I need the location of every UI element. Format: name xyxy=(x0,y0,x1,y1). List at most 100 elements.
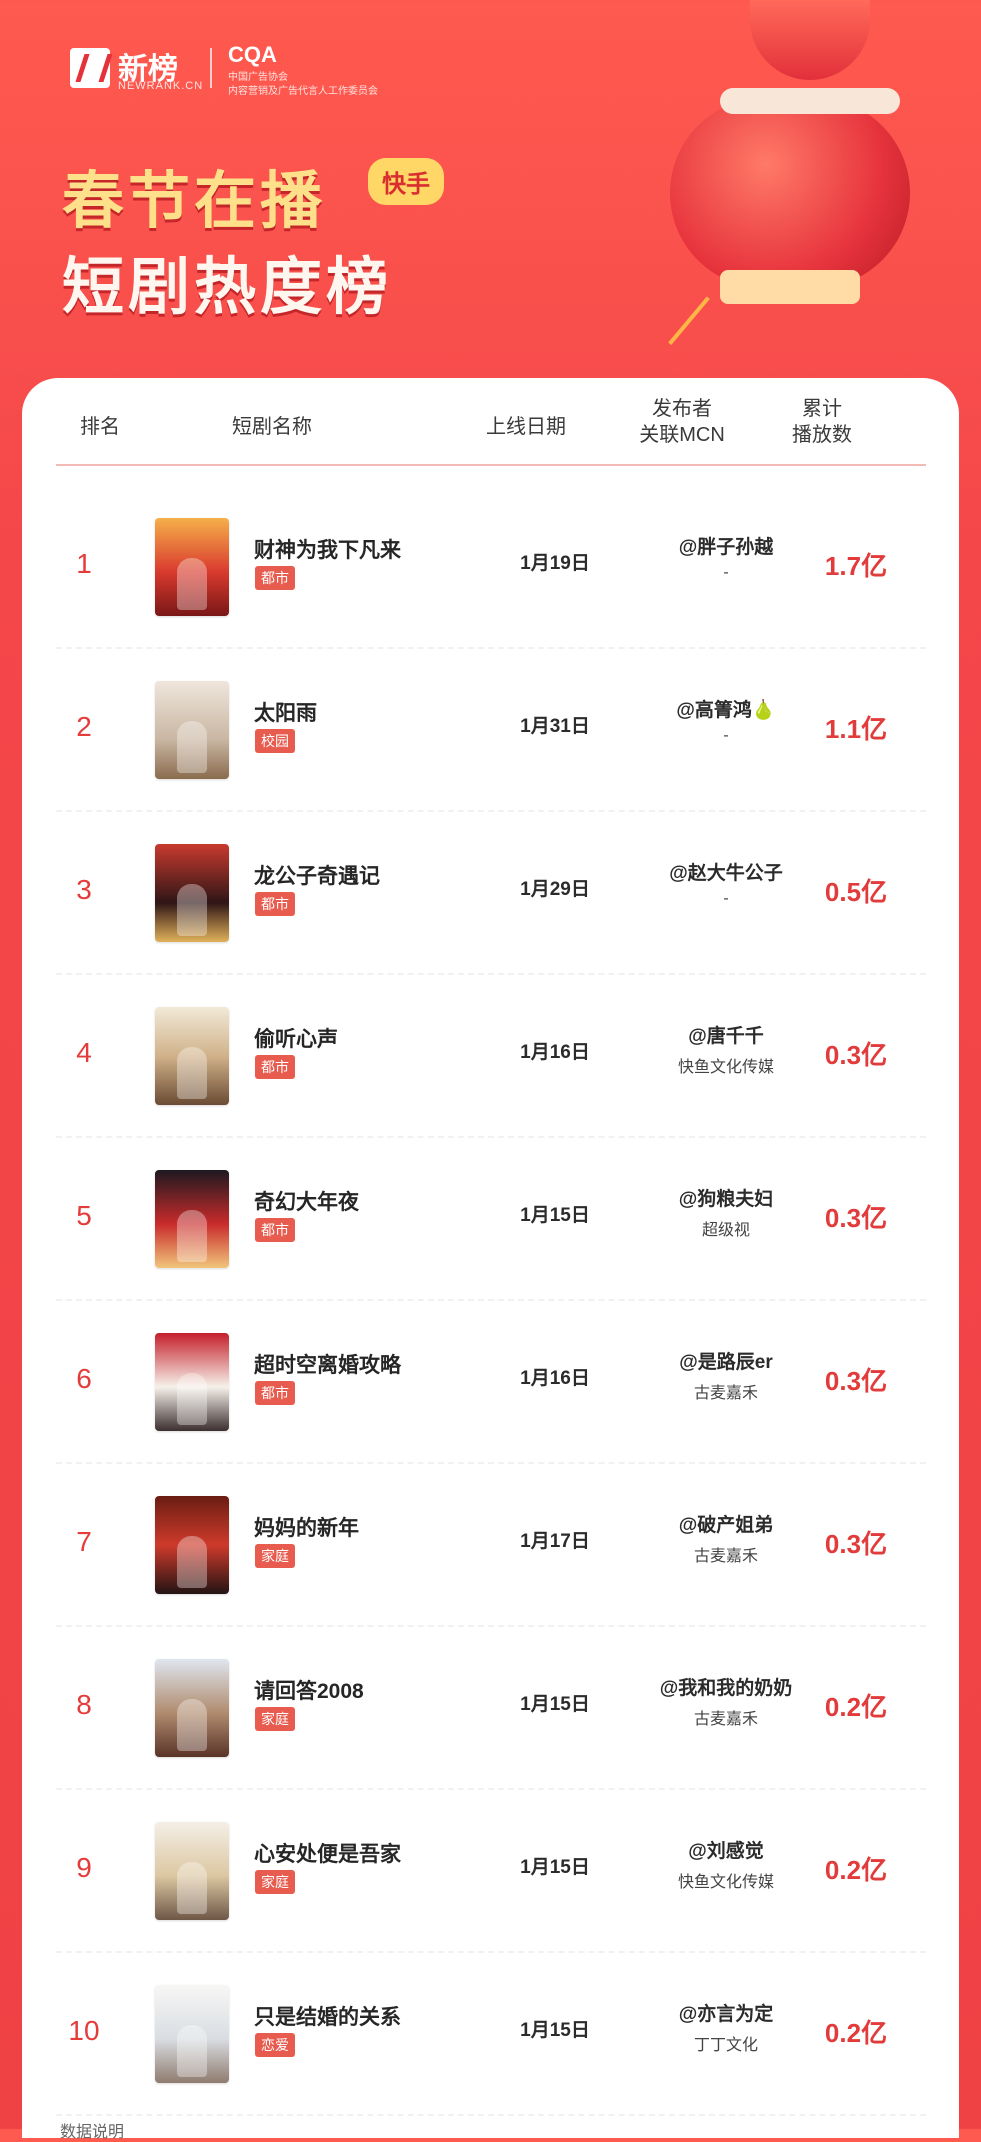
rank: 9 xyxy=(76,1852,92,1883)
release-date: 1月19日 xyxy=(520,553,590,574)
table-row[interactable]: 9 心安处便是吾家 家庭 1月15日 @刘感觉 快鱼文化传媒 0.2亿 xyxy=(56,1790,926,1953)
data-note: 数据说明 xyxy=(60,2124,125,2141)
drama-cover[interactable] xyxy=(155,1659,229,1757)
rank: 7 xyxy=(76,1526,92,1557)
release-date: 1月15日 xyxy=(520,1205,590,1226)
cover-figure xyxy=(177,558,207,610)
cover-figure xyxy=(177,1699,207,1751)
drama-name[interactable]: 财神为我下凡来 xyxy=(254,534,401,564)
header-publisher-line1: 发布者 xyxy=(652,398,712,420)
play-count: 0.3亿 xyxy=(824,1203,888,1233)
genre-tag: 都市 xyxy=(255,1055,295,1079)
play-count: 0.3亿 xyxy=(824,1366,888,1396)
cover-figure xyxy=(177,1862,207,1914)
lantern-cap xyxy=(720,88,900,114)
play-count: 0.5亿 xyxy=(824,877,888,907)
release-date: 1月31日 xyxy=(520,716,590,737)
drama-cover[interactable] xyxy=(155,1333,229,1431)
header-date: 上线日期 xyxy=(486,416,566,438)
page-title-line1: 春节在播 xyxy=(62,167,327,236)
play-count: 1.1亿 xyxy=(824,714,888,744)
table-row[interactable]: 2 太阳雨 校园 1月31日 @高箐鸿🍐 - 1.1亿 xyxy=(56,649,926,812)
release-date: 1月15日 xyxy=(520,2020,590,2041)
rank: 2 xyxy=(76,711,92,742)
release-date: 1月17日 xyxy=(520,1531,590,1552)
rank: 8 xyxy=(76,1689,92,1720)
genre-tag: 恋爱 xyxy=(255,2033,295,2057)
cover-figure xyxy=(177,1373,207,1425)
rank: 4 xyxy=(76,1037,92,1068)
table-row[interactable]: 5 奇幻大年夜 都市 1月15日 @狗粮夫妇 超级视 0.3亿 xyxy=(56,1138,926,1301)
header-plays-line1: 累计 xyxy=(802,398,842,420)
rank: 6 xyxy=(76,1363,92,1394)
drama-name[interactable]: 妈妈的新年 xyxy=(254,1512,359,1542)
genre-tag: 都市 xyxy=(255,1218,295,1242)
header-publisher-line2: 关联MCN xyxy=(639,424,725,446)
genre-tag: 家庭 xyxy=(255,1870,295,1894)
platform-badge: 快手 xyxy=(368,158,444,205)
lantern-body xyxy=(670,98,910,288)
drama-cover[interactable] xyxy=(155,1822,229,1920)
play-count: 0.2亿 xyxy=(824,1692,888,1722)
play-count: 0.3亿 xyxy=(824,1040,888,1070)
drama-name[interactable]: 心安处便是吾家 xyxy=(254,1838,401,1868)
release-date: 1月15日 xyxy=(520,1694,590,1715)
table-row[interactable]: 6 超时空离婚攻略 都市 1月16日 @是路辰er 古麦嘉禾 0.3亿 xyxy=(56,1301,926,1464)
drama-cover[interactable] xyxy=(155,518,229,616)
newrank-logo xyxy=(70,48,110,88)
drama-cover[interactable] xyxy=(155,1496,229,1594)
drama-cover[interactable] xyxy=(155,1985,229,2083)
drama-cover[interactable] xyxy=(155,1007,229,1105)
drama-name[interactable]: 龙公子奇遇记 xyxy=(254,860,380,890)
drama-cover[interactable] xyxy=(155,681,229,779)
rank: 3 xyxy=(76,874,92,905)
drama-name[interactable]: 奇幻大年夜 xyxy=(254,1186,359,1216)
cover-figure xyxy=(177,1210,207,1262)
table-row[interactable]: 3 龙公子奇遇记 都市 1月29日 @赵大牛公子 - 0.5亿 xyxy=(56,812,926,975)
rank: 1 xyxy=(76,548,92,579)
drama-name[interactable]: 只是结婚的关系 xyxy=(254,2001,401,2031)
release-date: 1月16日 xyxy=(520,1368,590,1389)
rank: 10 xyxy=(68,2015,100,2046)
lantern-tassel xyxy=(668,296,756,384)
cover-figure xyxy=(177,1047,207,1099)
genre-tag: 都市 xyxy=(255,566,295,590)
header: 新榜 NEWRANK.CN CQA 中国广告协会 内容营销及广告代言人工作委员会… xyxy=(0,0,981,384)
drama-cover[interactable] xyxy=(155,844,229,942)
partner-line1: 中国广告协会 xyxy=(228,72,288,83)
rank: 5 xyxy=(76,1200,92,1231)
genre-tag: 家庭 xyxy=(255,1707,295,1731)
lantern-top xyxy=(750,0,870,80)
header-name: 短剧名称 xyxy=(232,416,312,438)
play-count: 0.2亿 xyxy=(824,1855,888,1885)
table-row[interactable]: 10 只是结婚的关系 恋爱 1月15日 @亦言为定 丁丁文化 0.2亿 xyxy=(56,1953,926,2116)
drama-cover[interactable] xyxy=(155,1170,229,1268)
drama-name[interactable]: 偷听心声 xyxy=(254,1023,338,1053)
drama-name[interactable]: 请回答2008 xyxy=(254,1675,364,1705)
brand-sub: NEWRANK.CN xyxy=(118,80,204,92)
table-header: 排名 短剧名称 上线日期 发布者 关联MCN 累计 播放数 xyxy=(22,378,959,462)
logo-divider xyxy=(210,48,212,88)
release-date: 1月15日 xyxy=(520,1857,590,1878)
genre-tag: 都市 xyxy=(255,892,295,916)
genre-tag: 校园 xyxy=(255,729,295,753)
cover-figure xyxy=(177,2025,207,2077)
genre-tag: 都市 xyxy=(255,1381,295,1405)
play-count: 0.3亿 xyxy=(824,1529,888,1559)
partner-line2: 内容营销及广告代言人工作委员会 xyxy=(228,86,378,97)
play-count: 0.2亿 xyxy=(824,2018,888,2048)
table-row[interactable]: 7 妈妈的新年 家庭 1月17日 @破产姐弟 古麦嘉禾 0.3亿 xyxy=(56,1464,926,1627)
release-date: 1月29日 xyxy=(520,879,590,900)
drama-name[interactable]: 超时空离婚攻略 xyxy=(254,1349,401,1379)
header-divider xyxy=(56,464,926,466)
drama-name[interactable]: 太阳雨 xyxy=(254,697,317,727)
play-count: 1.7亿 xyxy=(824,551,888,581)
row-divider xyxy=(56,2114,926,2116)
cover-figure xyxy=(177,1536,207,1588)
table-row[interactable]: 8 请回答2008 家庭 1月15日 @我和我的奶奶 古麦嘉禾 0.2亿 xyxy=(56,1627,926,1790)
genre-tag: 家庭 xyxy=(255,1544,295,1568)
header-plays: 累计 播放数 xyxy=(782,396,862,448)
table-row[interactable]: 4 偷听心声 都市 1月16日 @唐千千 快鱼文化传媒 0.3亿 xyxy=(56,975,926,1138)
table-row[interactable]: 1 财神为我下凡来 都市 1月19日 @胖子孙越 - 1.7亿 xyxy=(56,486,926,649)
cover-figure xyxy=(177,884,207,936)
